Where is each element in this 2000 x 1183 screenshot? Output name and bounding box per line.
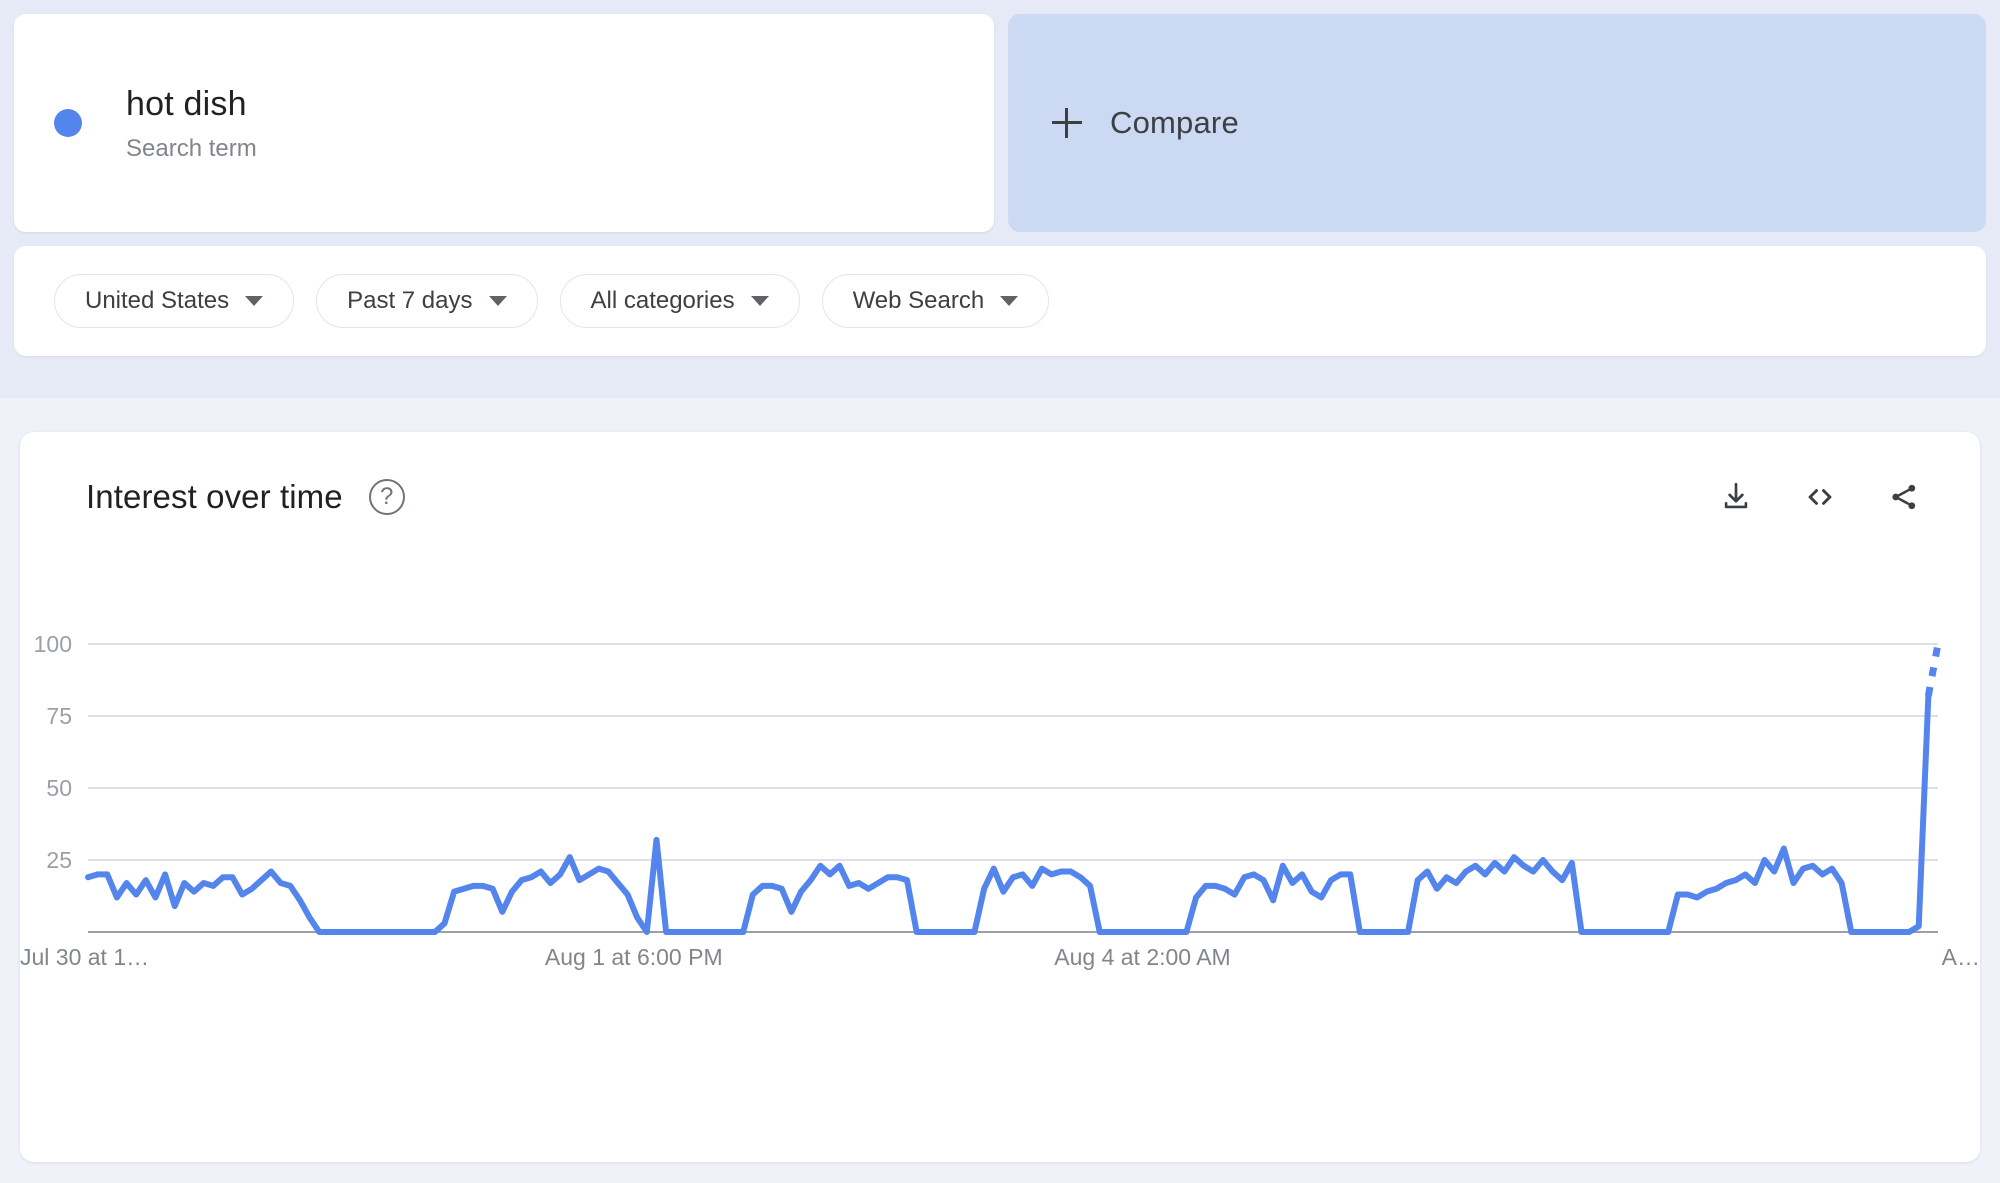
- plus-icon: [1052, 108, 1082, 138]
- interest-over-time-chart[interactable]: 25 50 75 100 Jul 30 at 1… Aug 1 at 6:00 PM Au…: [20, 532, 1980, 1102]
- filter-region-label: United States: [85, 287, 230, 314]
- filter-search-type[interactable]: Web Search: [821, 274, 1050, 328]
- search-term-card[interactable]: hot dish Search term: [14, 14, 994, 232]
- chart-series-line: [85, 692, 1932, 935]
- chevron-down-icon: [245, 296, 264, 306]
- download-icon[interactable]: [1716, 477, 1756, 517]
- series-color-dot: [54, 109, 82, 137]
- help-circle-icon[interactable]: ?: [368, 479, 405, 515]
- y-axis-tick-label: 25: [46, 847, 72, 873]
- chevron-down-icon: [488, 296, 507, 306]
- search-term-subtitle: Search term: [126, 134, 257, 162]
- search-term-texts: hot dish Search term: [126, 83, 257, 163]
- chart-title: Interest over time: [86, 478, 343, 515]
- filter-region[interactable]: United States: [54, 274, 295, 328]
- filter-search-type-label: Web Search: [852, 287, 985, 314]
- x-axis-tick-label: Aug 4 at 2:00 AM: [1054, 944, 1230, 970]
- chart-y-axis-labels: 25 50 75 100: [34, 631, 72, 873]
- compare-button[interactable]: Compare: [1008, 14, 1986, 232]
- filter-bar: United States Past 7 days All categories…: [14, 246, 1986, 356]
- chart-plot-area[interactable]: 25 50 75 100 Jul 30 at 1… Aug 1 at 6:00 PM Au…: [20, 532, 1980, 1102]
- share-icon[interactable]: [1884, 477, 1924, 517]
- chart-x-axis-labels: Jul 30 at 1… Aug 1 at 6:00 PM Aug 4 at 2:0…: [20, 944, 1980, 970]
- chevron-down-icon: [750, 296, 769, 306]
- filter-time-range[interactable]: Past 7 days: [316, 274, 538, 328]
- embed-code-icon[interactable]: [1800, 477, 1840, 517]
- search-term-title: hot dish: [126, 85, 247, 124]
- filter-time-range-label: Past 7 days: [347, 287, 473, 314]
- chart-actions: [1716, 477, 1924, 517]
- compare-label: Compare: [1110, 105, 1239, 140]
- chart-gridlines: [88, 643, 1938, 861]
- trends-page: hot dish Search term Compare United Stat…: [0, 0, 2000, 1183]
- y-axis-tick-label: 75: [46, 703, 72, 729]
- interest-over-time-card: Interest over time ? 25 50 75 100 Jul 30…: [20, 432, 1980, 1162]
- x-axis-tick-label: A…: [1942, 944, 1980, 970]
- chevron-down-icon: [1000, 296, 1019, 306]
- chart-series-partial-line: [1924, 643, 1942, 697]
- x-axis-tick-label: Aug 1 at 6:00 PM: [545, 944, 723, 970]
- y-axis-tick-label: 100: [34, 631, 72, 657]
- x-axis-tick-label: Jul 30 at 1…: [20, 944, 149, 970]
- filter-category-label: All categories: [590, 287, 735, 314]
- search-terms-row: hot dish Search term Compare: [14, 14, 1986, 232]
- y-axis-tick-label: 50: [46, 775, 72, 801]
- filter-category[interactable]: All categories: [559, 274, 800, 328]
